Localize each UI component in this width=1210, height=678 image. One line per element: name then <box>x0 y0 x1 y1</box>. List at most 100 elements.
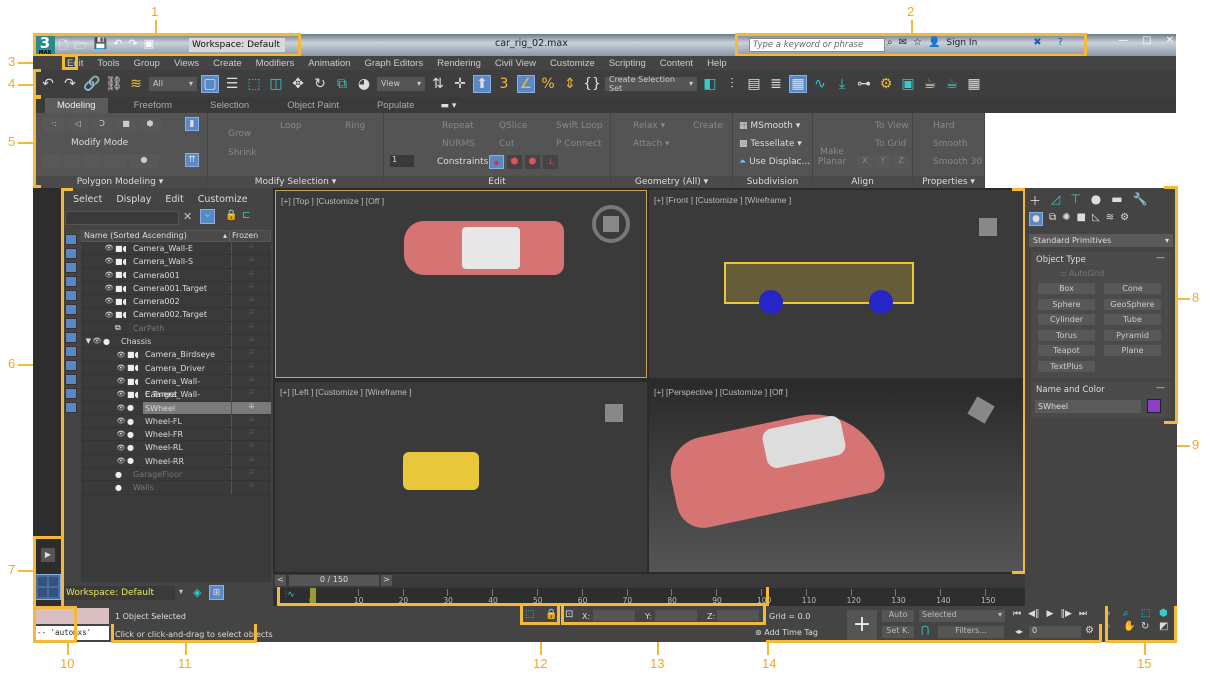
snaps-toggle-icon[interactable]: 3 <box>495 75 513 93</box>
ribbon-minimize-icon[interactable]: ▬ ▾ <box>440 101 456 113</box>
to-view-button[interactable]: To View <box>875 121 909 131</box>
frozen-cell[interactable]: ⁜ <box>231 281 271 295</box>
filter-toggle-icon[interactable]: ⏷ <box>200 209 215 224</box>
frozen-cell[interactable]: ⁜ <box>231 428 271 441</box>
explorer-row[interactable]: 👁 ■◖ Camera_Wall-E.Target ⁜ <box>81 374 271 399</box>
scene-explorer-icon[interactable]: ▤ <box>745 75 763 93</box>
object-type-title[interactable]: Object Type <box>1036 255 1086 265</box>
frozen-cell[interactable]: ⁜ <box>231 268 271 281</box>
object-name[interactable]: Camera_Wall-E <box>131 242 231 254</box>
play-icon[interactable]: ▶ <box>1047 609 1054 619</box>
selection-filter-dropdown[interactable]: All ▾ <box>149 76 197 91</box>
time-prev-button[interactable]: < <box>275 575 286 586</box>
frozen-cell[interactable]: ⁜ <box>231 401 271 414</box>
space-warps-icon[interactable]: ≋ <box>1106 212 1114 226</box>
use-displace-button[interactable]: ⏶ Use Displac... <box>739 157 810 167</box>
explorer-row[interactable]: 👁 ■◖ Camera001.Target ⁜ <box>81 281 271 296</box>
explorer-row[interactable]: 👁 ● Wheel-FR ⁜ <box>81 428 271 442</box>
vertex-mode-icon[interactable]: ·: <box>43 118 65 132</box>
explorer-row[interactable]: 👁 ■◖ Camera_Wall-S ⁜ <box>81 255 271 269</box>
minimize-icon[interactable]: — <box>1118 35 1128 46</box>
curve-editor-icon[interactable]: ∿ <box>811 75 829 93</box>
explorer-row[interactable]: ● GarageFloor ⁜ <box>81 468 271 482</box>
frozen-cell[interactable]: ⁜ <box>231 242 271 255</box>
menu-rendering[interactable]: Rendering <box>437 58 481 69</box>
to-grid-button[interactable]: To Grid <box>875 139 906 149</box>
explorer-menu-customize[interactable]: Customize <box>198 194 248 205</box>
object-name[interactable]: Wheel-RL <box>143 441 231 453</box>
align-z-button[interactable]: Z <box>893 155 909 168</box>
explorer-row[interactable]: 👁 ● Wheel-RR ⁜ <box>81 454 271 469</box>
visibility-eye-icon[interactable]: 👁 <box>115 390 127 398</box>
go-to-start-icon[interactable]: ⏮ <box>1013 609 1021 619</box>
redo-icon[interactable]: ↷ <box>61 75 79 93</box>
reference-coord-dropdown[interactable]: View ▾ <box>377 76 425 91</box>
create-button[interactable]: Create <box>693 121 723 131</box>
dope-sheet-icon[interactable]: ⤓ <box>833 75 851 93</box>
viewport-perspective-label[interactable]: [+] [Perspective ] [Customize ] [Off ] <box>654 387 788 397</box>
p-connect-button[interactable]: P Connect <box>556 139 602 149</box>
visibility-eye-icon[interactable]: 👁 <box>115 364 127 372</box>
viewport-top-label[interactable]: [+] [Top ] [Customize ] [Off ] <box>281 196 384 206</box>
geometry-all-label[interactable]: Geometry (All) ▾ <box>611 176 732 188</box>
rectangular-selection-icon[interactable]: ⬚ <box>245 75 263 93</box>
viewport-top[interactable]: [+] [Top ] [Customize ] [Off ] <box>275 190 647 378</box>
visibility-eye-icon[interactable]: 👁 <box>103 271 115 279</box>
object-name[interactable]: Camera_Wall-S <box>131 255 231 267</box>
frozen-column-header[interactable]: Frozen <box>230 231 270 241</box>
shapes-icon[interactable]: ⧉ <box>1049 212 1056 226</box>
object-color-swatch[interactable] <box>1147 399 1161 413</box>
angle-snap-icon[interactable]: ∠ <box>517 74 535 93</box>
scale-icon[interactable]: ⧉ <box>333 75 351 93</box>
visibility-eye-icon[interactable]: 👁 <box>103 257 115 265</box>
frozen-cell[interactable]: ⁜ <box>231 308 271 321</box>
constraint-face-icon[interactable]: ⬢ <box>525 155 540 169</box>
show-end-result-icon[interactable]: ● <box>129 154 159 168</box>
attach-button[interactable]: Attach ▾ <box>633 139 670 149</box>
layer-explorer-toggle-icon[interactable]: ◈ <box>193 586 201 599</box>
collapse-stack-icon[interactable] <box>103 154 127 168</box>
menu-customize[interactable]: Customize <box>550 58 595 69</box>
explorer-row[interactable]: 👁 ■◖ Camera_Wall-E ⁜ <box>81 242 271 256</box>
frozen-cell[interactable]: ⁜ <box>231 468 271 481</box>
cameras-icon[interactable]: ■ <box>1077 212 1086 226</box>
nurms-button[interactable]: NURMS <box>442 139 475 149</box>
properties-label[interactable]: Properties ▾ <box>913 176 984 188</box>
explorer-row[interactable]: 👁 ● Wheel-RL ⁜ <box>81 441 271 455</box>
smooth30-button[interactable]: Smooth 30 <box>933 157 982 167</box>
viewcube[interactable] <box>605 404 623 422</box>
name-column-header[interactable]: Name (Sorted Ascending) ▴ <box>82 231 230 241</box>
workspace-dropdown-arrow[interactable]: ▾ <box>179 587 183 596</box>
rendered-frame-window-icon[interactable]: ▣ <box>899 75 917 93</box>
visibility-eye-icon[interactable]: 👁 <box>103 311 115 319</box>
frozen-cell[interactable]: ⁜ <box>231 295 271 308</box>
window-crossing-icon[interactable]: ◫ <box>267 75 285 93</box>
grow-button[interactable]: Grow <box>228 129 251 139</box>
explorer-row[interactable]: 👁 ● Wheel-FL ⁜ <box>81 414 271 429</box>
visibility-eye-icon[interactable]: 👁 <box>103 284 115 292</box>
visibility-eye-icon[interactable]: 👁 <box>115 457 127 465</box>
polygon-modeling-label[interactable]: Polygon Modeling ▾ <box>33 176 207 188</box>
align-y-button[interactable]: Y <box>875 155 891 168</box>
explorer-row[interactable]: ● Walls ⁜ <box>81 481 271 495</box>
explorer-row[interactable]: 👁 ■◖ Camera_Birdseye ⁜ <box>81 348 271 362</box>
object-name[interactable]: Camera001 <box>131 269 231 281</box>
primitive-tube-button[interactable]: Tube <box>1104 314 1161 326</box>
ring-button[interactable]: Ring <box>345 121 365 131</box>
render-setup-icon[interactable]: ⚙ <box>877 75 895 93</box>
primitive-teapot-button[interactable]: Teapot <box>1038 345 1095 357</box>
primitive-textplus-button[interactable]: TextPlus <box>1038 361 1095 372</box>
time-next-button[interactable]: > <box>381 575 392 586</box>
object-name-input[interactable]: SWheel <box>1035 400 1141 413</box>
lights-icon[interactable]: ✺ <box>1062 212 1070 226</box>
unlink-icon[interactable]: ⛓ <box>105 75 123 93</box>
border-mode-icon[interactable]: Ↄ <box>91 118 113 132</box>
menu-help[interactable]: Help <box>707 58 727 69</box>
spinner-snap-icon[interactable]: ⇕ <box>561 75 579 93</box>
select-by-name-icon[interactable]: ☰ <box>223 75 241 93</box>
constraint-none-icon[interactable]: ▪ <box>489 155 504 169</box>
viewport-perspective[interactable]: [+] [Perspective ] [Customize ] [Off ] <box>649 382 1023 572</box>
primitive-cone-button[interactable]: Cone <box>1104 283 1161 294</box>
explorer-row[interactable]: 👁 ■◖ Camera_Driver ⁜ <box>81 361 271 375</box>
sub-object-icon[interactable] <box>83 154 101 168</box>
